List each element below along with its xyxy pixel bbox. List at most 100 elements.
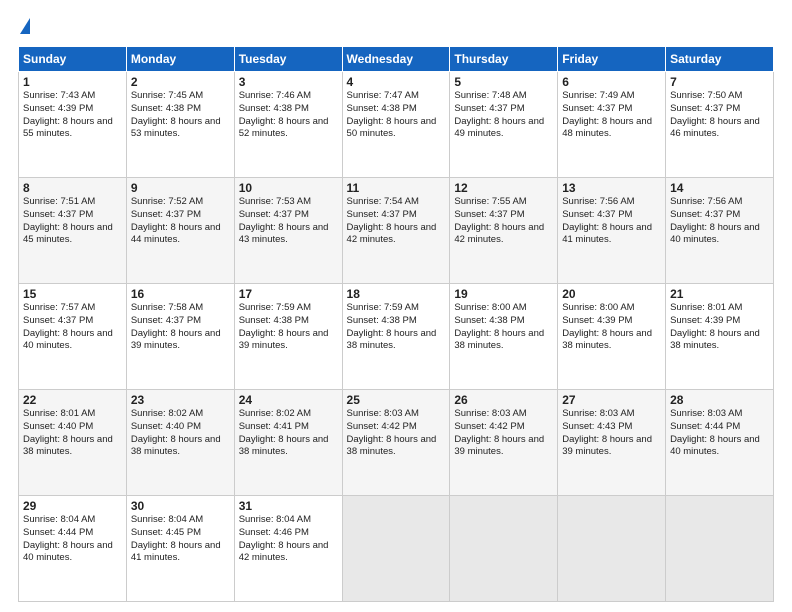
- calendar-cell: 31Sunrise: 8:04 AMSunset: 4:46 PMDayligh…: [234, 496, 342, 602]
- sunrise-text: Sunrise: 8:04 AM: [131, 514, 230, 527]
- calendar-cell: 4Sunrise: 7:47 AMSunset: 4:38 PMDaylight…: [342, 72, 450, 178]
- sunrise-text: Sunrise: 8:00 AM: [562, 302, 661, 315]
- daylight-text: Daylight: 8 hours and 43 minutes.: [239, 222, 338, 248]
- calendar-cell: [342, 496, 450, 602]
- sunrise-text: Sunrise: 7:54 AM: [347, 196, 446, 209]
- sunrise-text: Sunrise: 8:01 AM: [23, 408, 122, 421]
- sunset-text: Sunset: 4:38 PM: [347, 315, 446, 328]
- day-number: 5: [454, 75, 553, 89]
- calendar-cell: 12Sunrise: 7:55 AMSunset: 4:37 PMDayligh…: [450, 178, 558, 284]
- sunset-text: Sunset: 4:42 PM: [347, 421, 446, 434]
- sunset-text: Sunset: 4:39 PM: [562, 315, 661, 328]
- day-number: 15: [23, 287, 122, 301]
- daylight-text: Daylight: 8 hours and 53 minutes.: [131, 116, 230, 142]
- sunrise-text: Sunrise: 7:59 AM: [347, 302, 446, 315]
- daylight-text: Daylight: 8 hours and 42 minutes.: [454, 222, 553, 248]
- calendar-cell: 23Sunrise: 8:02 AMSunset: 4:40 PMDayligh…: [126, 390, 234, 496]
- daylight-text: Daylight: 8 hours and 41 minutes.: [562, 222, 661, 248]
- day-number: 2: [131, 75, 230, 89]
- day-number: 8: [23, 181, 122, 195]
- calendar-cell: 25Sunrise: 8:03 AMSunset: 4:42 PMDayligh…: [342, 390, 450, 496]
- daylight-text: Daylight: 8 hours and 52 minutes.: [239, 116, 338, 142]
- sunset-text: Sunset: 4:37 PM: [562, 103, 661, 116]
- calendar-cell: 24Sunrise: 8:02 AMSunset: 4:41 PMDayligh…: [234, 390, 342, 496]
- daylight-text: Daylight: 8 hours and 40 minutes.: [23, 328, 122, 354]
- logo-triangle-icon: [20, 18, 30, 34]
- calendar-cell: 22Sunrise: 8:01 AMSunset: 4:40 PMDayligh…: [19, 390, 127, 496]
- daylight-text: Daylight: 8 hours and 39 minutes.: [454, 434, 553, 460]
- day-number: 20: [562, 287, 661, 301]
- day-header-sunday: Sunday: [19, 47, 127, 72]
- day-number: 28: [670, 393, 769, 407]
- calendar-cell: 8Sunrise: 7:51 AMSunset: 4:37 PMDaylight…: [19, 178, 127, 284]
- calendar: SundayMondayTuesdayWednesdayThursdayFrid…: [18, 46, 774, 602]
- daylight-text: Daylight: 8 hours and 42 minutes.: [347, 222, 446, 248]
- sunset-text: Sunset: 4:44 PM: [23, 527, 122, 540]
- calendar-cell: [666, 496, 774, 602]
- sunset-text: Sunset: 4:38 PM: [239, 315, 338, 328]
- daylight-text: Daylight: 8 hours and 38 minutes.: [347, 328, 446, 354]
- sunrise-text: Sunrise: 7:50 AM: [670, 90, 769, 103]
- daylight-text: Daylight: 8 hours and 40 minutes.: [670, 434, 769, 460]
- sunset-text: Sunset: 4:40 PM: [23, 421, 122, 434]
- calendar-cell: 18Sunrise: 7:59 AMSunset: 4:38 PMDayligh…: [342, 284, 450, 390]
- day-number: 17: [239, 287, 338, 301]
- daylight-text: Daylight: 8 hours and 55 minutes.: [23, 116, 122, 142]
- sunset-text: Sunset: 4:46 PM: [239, 527, 338, 540]
- daylight-text: Daylight: 8 hours and 46 minutes.: [670, 116, 769, 142]
- sunrise-text: Sunrise: 7:53 AM: [239, 196, 338, 209]
- logo-name: [18, 18, 30, 36]
- daylight-text: Daylight: 8 hours and 38 minutes.: [347, 434, 446, 460]
- calendar-cell: 19Sunrise: 8:00 AMSunset: 4:38 PMDayligh…: [450, 284, 558, 390]
- sunset-text: Sunset: 4:37 PM: [454, 103, 553, 116]
- day-number: 12: [454, 181, 553, 195]
- sunset-text: Sunset: 4:44 PM: [670, 421, 769, 434]
- day-number: 31: [239, 499, 338, 513]
- calendar-cell: [450, 496, 558, 602]
- daylight-text: Daylight: 8 hours and 38 minutes.: [239, 434, 338, 460]
- calendar-cell: 28Sunrise: 8:03 AMSunset: 4:44 PMDayligh…: [666, 390, 774, 496]
- sunrise-text: Sunrise: 7:52 AM: [131, 196, 230, 209]
- calendar-cell: 2Sunrise: 7:45 AMSunset: 4:38 PMDaylight…: [126, 72, 234, 178]
- logo: [18, 18, 30, 36]
- calendar-cell: 1Sunrise: 7:43 AMSunset: 4:39 PMDaylight…: [19, 72, 127, 178]
- sunset-text: Sunset: 4:38 PM: [347, 103, 446, 116]
- calendar-cell: 17Sunrise: 7:59 AMSunset: 4:38 PMDayligh…: [234, 284, 342, 390]
- day-number: 16: [131, 287, 230, 301]
- sunrise-text: Sunrise: 8:03 AM: [562, 408, 661, 421]
- daylight-text: Daylight: 8 hours and 50 minutes.: [347, 116, 446, 142]
- sunset-text: Sunset: 4:37 PM: [23, 209, 122, 222]
- sunrise-text: Sunrise: 8:03 AM: [347, 408, 446, 421]
- day-number: 14: [670, 181, 769, 195]
- day-number: 24: [239, 393, 338, 407]
- daylight-text: Daylight: 8 hours and 42 minutes.: [239, 540, 338, 566]
- calendar-cell: 16Sunrise: 7:58 AMSunset: 4:37 PMDayligh…: [126, 284, 234, 390]
- calendar-cell: [558, 496, 666, 602]
- daylight-text: Daylight: 8 hours and 39 minutes.: [131, 328, 230, 354]
- day-number: 19: [454, 287, 553, 301]
- sunset-text: Sunset: 4:37 PM: [131, 209, 230, 222]
- sunset-text: Sunset: 4:45 PM: [131, 527, 230, 540]
- day-number: 21: [670, 287, 769, 301]
- calendar-cell: 26Sunrise: 8:03 AMSunset: 4:42 PMDayligh…: [450, 390, 558, 496]
- calendar-cell: 27Sunrise: 8:03 AMSunset: 4:43 PMDayligh…: [558, 390, 666, 496]
- sunset-text: Sunset: 4:37 PM: [670, 209, 769, 222]
- sunset-text: Sunset: 4:38 PM: [454, 315, 553, 328]
- daylight-text: Daylight: 8 hours and 40 minutes.: [23, 540, 122, 566]
- sunset-text: Sunset: 4:37 PM: [23, 315, 122, 328]
- daylight-text: Daylight: 8 hours and 38 minutes.: [131, 434, 230, 460]
- daylight-text: Daylight: 8 hours and 38 minutes.: [23, 434, 122, 460]
- day-header-thursday: Thursday: [450, 47, 558, 72]
- sunset-text: Sunset: 4:37 PM: [239, 209, 338, 222]
- day-number: 25: [347, 393, 446, 407]
- calendar-cell: 10Sunrise: 7:53 AMSunset: 4:37 PMDayligh…: [234, 178, 342, 284]
- calendar-cell: 15Sunrise: 7:57 AMSunset: 4:37 PMDayligh…: [19, 284, 127, 390]
- header: [18, 18, 774, 36]
- day-number: 9: [131, 181, 230, 195]
- day-number: 4: [347, 75, 446, 89]
- day-number: 22: [23, 393, 122, 407]
- sunrise-text: Sunrise: 8:00 AM: [454, 302, 553, 315]
- day-number: 27: [562, 393, 661, 407]
- sunrise-text: Sunrise: 8:04 AM: [239, 514, 338, 527]
- day-number: 11: [347, 181, 446, 195]
